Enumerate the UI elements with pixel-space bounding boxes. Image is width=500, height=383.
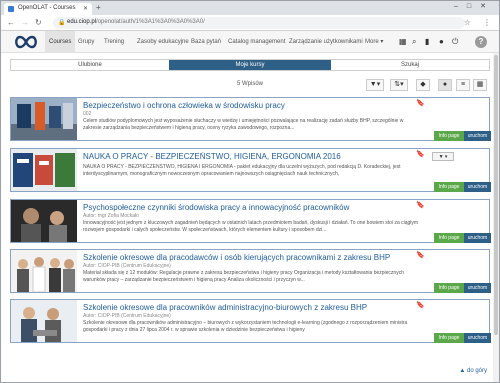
course-description: NAUKA O PRACY - BEZPIECZEŃSTWO, HIGIENA … (83, 164, 401, 177)
user-icon[interactable]: ● (439, 36, 444, 48)
launch-button[interactable]: uruchom (464, 233, 491, 243)
bookmark-star-icon[interactable]: ☆ (464, 18, 471, 28)
browser-menu-icon[interactable]: ⋮ (483, 18, 491, 28)
course-title[interactable]: Bezpieczeństwo i ochrona człowieka w śro… (83, 101, 413, 110)
scrollbar[interactable] (493, 53, 499, 382)
search-icon[interactable]: ⌕ (412, 36, 416, 48)
nav-training[interactable]: Trening (100, 31, 128, 53)
tab-my-courses[interactable]: Moje kursy (169, 60, 331, 70)
course-thumbnail (11, 250, 77, 292)
nav-catalog-management[interactable]: Catalog management (224, 31, 289, 53)
nav-more-label: More (365, 39, 379, 45)
options-dropdown-button[interactable]: ▼ ▾ (432, 152, 454, 161)
detail-view-icon[interactable]: ≡ (456, 79, 470, 91)
browser-window: OpenOLAT - Courses ✕ + –□✕ ← → ↻ 🔒 edu.c… (0, 0, 500, 383)
course-description: Celem studiów podyplomowych jest wyposaż… (83, 118, 404, 131)
browser-titlebar: OpenOLAT - Courses ✕ + –□✕ (1, 1, 499, 15)
close-tab-icon[interactable]: ✕ (83, 5, 88, 12)
url-field[interactable]: 🔒 edu.ciop.pl/openolat/auth/1%3A1%3A0%3A… (53, 17, 465, 29)
url-host: edu.ciop.pl (67, 19, 97, 25)
bookmark-icon[interactable]: 🔖 (416, 302, 425, 310)
course-description: Szkolenie okresowe dla pracowników admin… (83, 320, 408, 333)
info-page-button[interactable]: Info page (434, 131, 464, 141)
info-page-button[interactable]: Info page (434, 182, 464, 192)
list-view-icon[interactable]: ● (438, 79, 452, 91)
bookmark-icon[interactable]: ▮ (425, 36, 429, 48)
openolat-logo-icon[interactable] (13, 35, 39, 49)
nav-groups[interactable]: Grupy (74, 31, 98, 53)
new-tab-icon[interactable]: + (96, 3, 101, 13)
table-view-icon[interactable]: ▦ (473, 79, 487, 91)
course-card[interactable]: Psychospołeczne czynniki środowiska prac… (10, 199, 491, 243)
course-description: Materiał składa się z 12 modułów: Regula… (83, 270, 404, 283)
course-card[interactable]: Szkolenie okresowe dla pracowników admin… (10, 299, 491, 343)
course-thumbnail (11, 149, 77, 191)
course-author: 002 (83, 111, 92, 117)
url-path: /openolat/auth/1%3A1%3A0%3A0%3A0/ (96, 19, 205, 25)
info-page-button[interactable]: Info page (434, 233, 464, 243)
calendar-icon[interactable]: ▦ (399, 36, 407, 48)
logout-icon[interactable]: ⏻ (452, 36, 458, 48)
scrollbar-thumb[interactable] (494, 55, 498, 335)
nav-learning-resources[interactable]: Zasoby edukacyjne (133, 31, 193, 53)
bookmark-icon[interactable]: 🔖 (416, 100, 425, 108)
course-thumbnail (11, 300, 77, 342)
course-thumbnail (11, 200, 77, 242)
bookmark-icon[interactable]: 🔖 (416, 202, 425, 210)
window-controls[interactable]: –□✕ (454, 2, 495, 10)
tab-search[interactable]: Szukaj (331, 60, 489, 70)
nav-question-bank[interactable]: Baza pytań (187, 31, 225, 53)
back-to-top-label: do góry (466, 368, 487, 374)
info-page-button[interactable]: Info page (434, 283, 464, 293)
course-card[interactable]: NAUKA O PRACY - BEZPIECZEŃSTWO, HIGIENA,… (10, 148, 491, 192)
course-description: Innowacyjność jest jednym z kluczowych z… (83, 220, 419, 233)
course-card[interactable]: Szkolenie okresowe dla pracodawców i osó… (10, 249, 491, 293)
launch-button[interactable]: uruchom (464, 333, 491, 343)
bookmark-icon[interactable]: 🔖 (416, 252, 425, 260)
help-icon[interactable]: ? (475, 36, 487, 48)
course-author: Autor: CIOP-PIB (Centrum Edukacyjne) (83, 263, 171, 269)
reload-icon[interactable]: ↻ (35, 17, 42, 29)
course-title[interactable]: Szkolenie okresowe dla pracodawców i osó… (83, 253, 413, 262)
course-thumbnail (11, 98, 77, 140)
nav-more[interactable]: More ▾ (361, 31, 387, 53)
course-subtabs: Ulubione Moje kursy Szukaj (10, 59, 490, 71)
nav-courses[interactable]: Courses (45, 31, 76, 53)
forward-icon[interactable]: → (21, 17, 29, 29)
launch-button[interactable]: uruchom (464, 283, 491, 293)
back-icon[interactable]: ← (7, 17, 15, 29)
nav-user-management[interactable]: Zarządzanie użytkownikami (285, 31, 367, 53)
info-page-button[interactable]: Info page (434, 333, 464, 343)
favicon-icon (8, 6, 14, 12)
tab-title: OpenOLAT - Courses (18, 5, 76, 11)
tab-favorites[interactable]: Ulubione (11, 60, 169, 70)
course-title[interactable]: Psychospołeczne czynniki środowiska prac… (83, 203, 413, 212)
lock-icon: 🔒 (58, 20, 66, 26)
launch-button[interactable]: uruchom (464, 131, 491, 141)
top-navigation: Courses Grupy Trening Zasoby edukacyjne … (1, 31, 499, 53)
course-author: Autor: CIOP-PIB (Centrum Edukacyjne) (83, 313, 171, 319)
filter-button[interactable]: ▼▾ (366, 79, 384, 91)
course-title[interactable]: NAUKA O PRACY - BEZPIECZEŃSTWO, HIGIENA,… (83, 152, 413, 161)
address-bar-row: ← → ↻ 🔒 edu.ciop.pl/openolat/auth/1%3A1%… (1, 15, 499, 31)
browser-tab[interactable]: OpenOLAT - Courses ✕ (4, 3, 92, 15)
bookmark-icon[interactable]: 🔖 (416, 151, 425, 159)
toggle-view-icon[interactable]: ◆ (416, 79, 430, 91)
course-author: Autor: mgr Zofia Mockało (83, 213, 139, 219)
launch-button[interactable]: uruchom (464, 182, 491, 192)
back-to-top-link[interactable]: ▲ do góry (459, 368, 487, 374)
sort-button[interactable]: ⇅▾ (390, 79, 408, 91)
course-title[interactable]: Szkolenie okresowe dla pracowników admin… (83, 303, 413, 312)
course-card[interactable]: Bezpieczeństwo i ochrona człowieka w śro… (10, 97, 491, 141)
